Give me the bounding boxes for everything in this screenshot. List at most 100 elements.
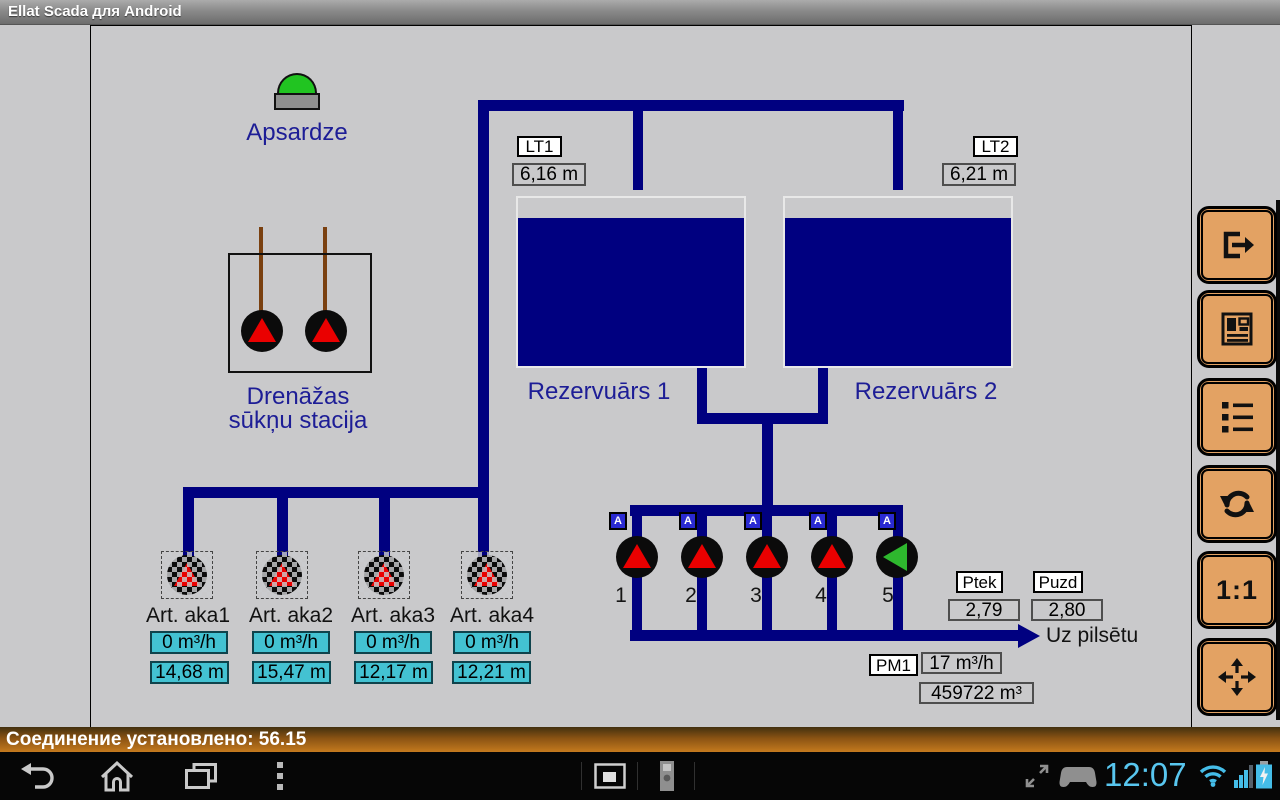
output-arrow-icon [1018,624,1040,648]
exit-button[interactable] [1197,206,1277,284]
lt1-tag: LT1 [517,136,562,157]
reservoir-1-label: Rezervuārs 1 [499,380,699,404]
list-button[interactable] [1197,378,1277,456]
pm1-flow-value: 17 m³/h [921,652,1002,674]
pump-2-mode-badge: A [679,512,697,530]
pan-button[interactable] [1197,638,1277,716]
pump-state-icon [883,543,907,571]
reservoir-2-fill [785,218,1011,366]
station-pump-4[interactable] [811,536,853,578]
pipe-reservoir1-inlet [633,100,643,190]
device-icon[interactable] [659,761,675,791]
pump-3-number: 3 [748,584,764,608]
gamepad-icon[interactable] [1058,766,1098,789]
station-pump-2[interactable] [681,536,723,578]
drainage-label-line1: Drenāžas [198,385,398,409]
lt1-value: 6,16 m [512,163,586,186]
drainage-pump-1[interactable] [241,310,283,352]
well-1-level: 14,68 m [150,661,229,684]
pump-3-mode-badge: A [744,512,762,530]
pump-icon [467,555,507,595]
lt2-tag: LT2 [973,136,1018,157]
station-pump-5[interactable] [876,536,918,578]
security-beacon-base [274,93,320,110]
drainage-label-line2: sūkņu stacija [198,409,398,433]
reservoir-1[interactable] [516,196,746,368]
well-pump-2[interactable] [256,551,308,599]
drainage-pump-2[interactable] [305,310,347,352]
pump-state-icon [688,544,716,568]
sync-button[interactable] [1197,465,1277,543]
nav-separator [637,762,638,790]
menu-button[interactable] [276,762,284,790]
pan-icon [1217,657,1257,697]
well-1-flow: 0 m³/h [150,631,228,654]
screenshot-icon[interactable] [594,763,626,789]
pump-4-mode-badge: A [809,512,827,530]
well-pump-1[interactable] [161,551,213,599]
android-nav-bar: 12:07 [0,752,1280,800]
station-pump-1[interactable] [616,536,658,578]
well-2-flow: 0 m³/h [252,631,330,654]
station-pump-3[interactable] [746,536,788,578]
pump-2-number: 2 [683,584,699,608]
well-3-flow: 0 m³/h [354,631,432,654]
pipe-main-vertical [478,100,489,575]
report-button[interactable] [1197,290,1277,368]
apsardze-label: Apsardze [217,121,377,145]
scrollbar[interactable] [1276,200,1280,720]
pump-state-icon [312,318,340,342]
recents-button[interactable] [184,761,218,791]
fullscreen-icon[interactable] [1024,763,1050,789]
pump-state-icon [269,563,295,586]
pump-state-icon [371,563,397,586]
sync-icon [1216,484,1258,524]
reservoir-1-fill [518,218,744,366]
app-title: Ellat Scada для Android [8,3,182,20]
pm1-total-value: 459722 m³ [919,682,1034,704]
connection-status-bar: Соединение установлено: 56.15 [0,727,1280,752]
report-icon [1217,309,1257,349]
pump-icon [167,555,207,595]
well-pump-3[interactable] [358,551,410,599]
pump-state-icon [474,563,500,586]
wifi-icon [1198,763,1228,788]
nav-separator [581,762,582,790]
pump-icon [364,555,404,595]
pump-4-number: 4 [813,584,829,608]
pump-state-icon [753,544,781,568]
pipe-station-feed [762,413,773,510]
actual-size-button[interactable]: 1:1 [1197,551,1277,629]
well-1-name: Art. aka1 [128,604,248,628]
pm1-tag: PM1 [869,654,918,676]
pump-state-icon [623,544,651,568]
ptek-tag: Ptek [956,571,1003,593]
nav-separator [694,762,695,790]
pump-5-mode-badge: A [878,512,896,530]
well-pump-4[interactable] [461,551,513,599]
clock[interactable]: 12:07 [1104,756,1187,794]
one-to-one-icon: 1:1 [1216,575,1258,606]
home-button[interactable] [100,760,134,792]
lt2-value: 6,21 m [942,163,1016,186]
pump-state-icon [818,544,846,568]
pump-1-mode-badge: A [609,512,627,530]
pipe-top-horizontal [478,100,904,111]
reservoir-2-label: Rezervuārs 2 [826,380,1026,404]
pipe-reservoir2-inlet [893,100,903,190]
battery-charging-icon [1256,761,1272,789]
ptek-value: 2,79 [948,599,1020,621]
well-3-level: 12,17 m [354,661,433,684]
reservoir-2[interactable] [783,196,1013,368]
list-icon [1217,398,1257,436]
pump-state-icon [174,563,200,586]
pump-icon [262,555,302,595]
well-4-level: 12,21 m [452,661,531,684]
signal-icon [1234,765,1253,788]
title-bar: Ellat Scada для Android [0,0,1280,25]
screen: Ellat Scada для Android Apsardze Drenāža… [0,0,1280,800]
pump-1-number: 1 [613,584,629,608]
back-button[interactable] [18,761,58,791]
output-label: Uz pilsētu [1046,624,1138,648]
puzd-value: 2,80 [1031,599,1103,621]
